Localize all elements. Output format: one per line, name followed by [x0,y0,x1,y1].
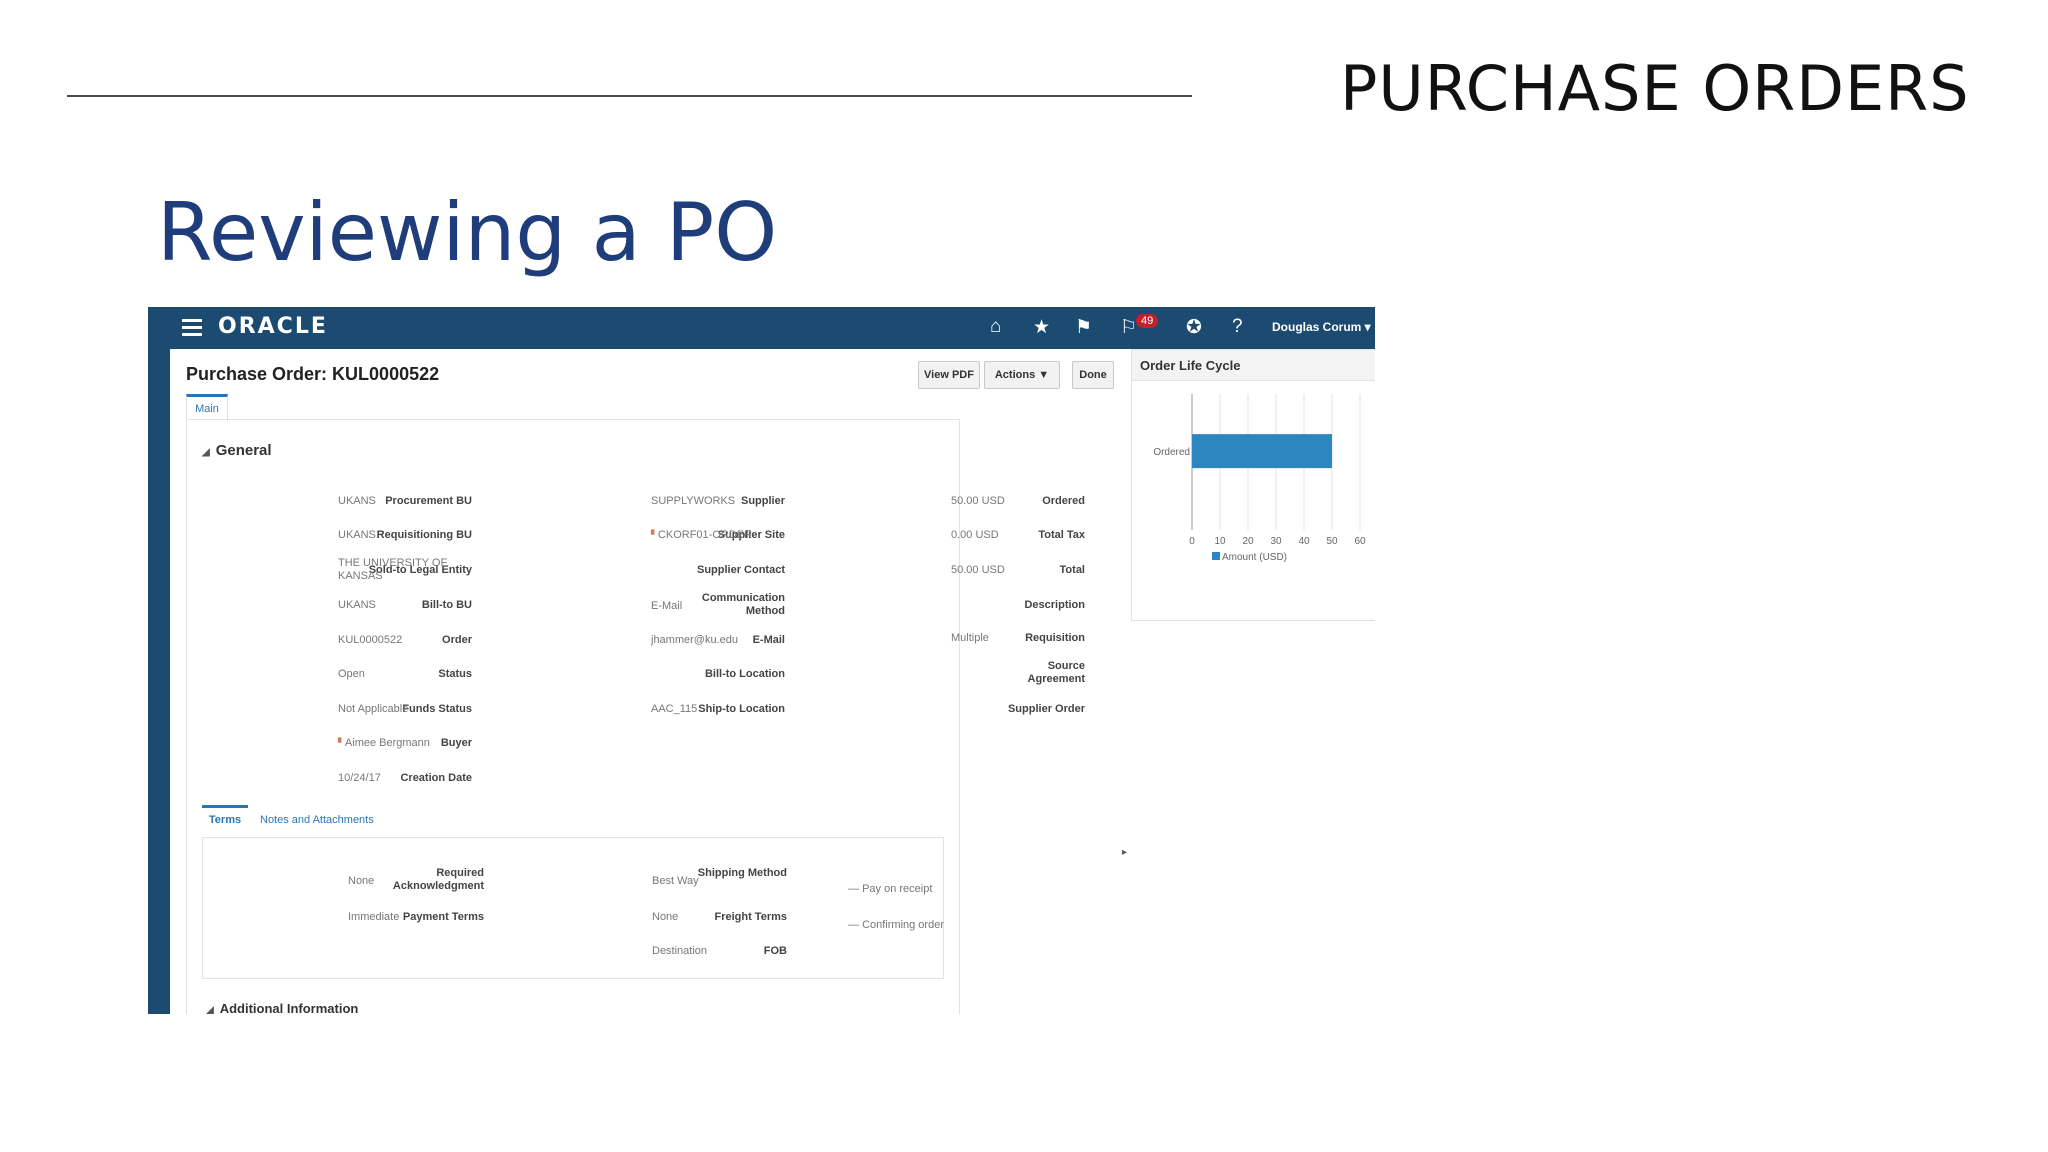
tab-notes-attachments[interactable]: Notes and Attachments [260,814,374,826]
actions-label: Actions [994,369,1036,381]
splitter-handle[interactable]: ▸ [1122,847,1127,858]
field-value: jhammer@ku.edu [651,634,738,646]
slide-header: PURCHASE ORDERS [1340,52,1970,125]
actions-button[interactable]: Actions ▼ [984,361,1060,389]
accessibility-icon[interactable]: ✪ [1186,316,1202,339]
field-value: UKANS [338,495,376,507]
done-button[interactable]: Done [1072,361,1114,389]
additional-info-header[interactable]: ◢ Additional Information [206,1001,358,1014]
field-value: Best Way [652,875,699,887]
top-bar: ORACLE ⌂ ★ ⚑ ⚐ 49 ✪ ? Douglas Corum ▾ [148,307,1375,349]
x-tick-label: 40 [1298,536,1310,547]
x-tick-label: 30 [1270,536,1282,547]
terms-panel [202,837,944,979]
field-label: Required Acknowledgment [392,867,484,892]
field-value: None [652,911,679,923]
help-icon[interactable]: ? [1232,316,1243,338]
collapse-icon: ◢ [206,1005,214,1014]
notifications-badge[interactable]: 49 [1136,314,1159,328]
field-value: 50.00 USD [951,564,1005,576]
oracle-logo[interactable]: ORACLE [218,314,328,339]
star-icon[interactable]: ★ [1033,316,1050,339]
page-title: Purchase Order: KUL0000522 [186,364,440,384]
x-tick-label: 0 [1189,536,1195,547]
legend-swatch [1212,552,1220,560]
field-value: 10/24/17 [338,772,381,784]
field-label: Freight Terms [714,911,787,923]
field-label: Requisition [1025,632,1085,644]
slide-rule [67,95,1192,97]
field-value: AAC_115 [651,703,698,715]
x-tick-label: 20 [1242,536,1254,547]
field-label: Total Tax [1038,529,1085,541]
life-cycle-title: Order Life Cycle [1140,358,1241,373]
field-value: E-Mail [651,600,683,612]
tab-main[interactable]: Main [186,394,228,421]
field-value: Not Applicable [338,703,409,715]
x-tick-label: 60 [1354,536,1366,547]
field-value[interactable]: Multiple [951,632,989,645]
slide-title: Reviewing a PO [157,186,778,279]
field-value: SUPPLYWORKS [651,495,736,507]
flag-icon: ▘ [651,530,658,540]
flag-icon[interactable]: ⚑ [1075,316,1092,339]
life-cycle-chart: 0 10 20 30 40 50 60 Ordered Amount (USD) [1153,394,1366,563]
term-item-label: Pay on receipt [862,883,933,895]
order-life-cycle-panel: Order Life Cycle 0 10 20 30 40 50 60 Ordered Amo… [1131,349,1375,621]
view-pdf-button[interactable]: View PDF [918,361,980,389]
field-value: KUL0000522 [338,634,403,646]
field-value: THE UNIVERSITY OF KANSAS [338,557,448,582]
term-item: — Pay on receipt [848,883,933,895]
field-label: Communication Method [701,592,785,617]
life-cycle-header: Order Life Cycle [1132,350,1375,381]
additional-heading: Additional Information [219,1001,359,1014]
notifications-icon[interactable]: ⚐ [1120,316,1137,339]
home-icon[interactable]: ⌂ [990,316,1001,338]
collapse-icon: ◢ [202,447,210,458]
category-label: Ordered [1153,447,1190,458]
field-value: Open [338,668,365,680]
term-item-label: Confirming order [862,919,944,931]
supplier-site-link[interactable]: CKORF01-ORDER [658,529,752,541]
buyer-link[interactable]: Aimee Bergmann [345,737,430,749]
x-tick-label: 10 [1214,536,1226,547]
field-value[interactable]: ▘Aimee Bergmann [338,737,430,750]
left-strip [148,349,170,1014]
field-value: None [348,875,375,887]
field-label: Bill-to Location [704,668,785,680]
field-label: Description [1024,599,1085,611]
user-menu[interactable]: Douglas Corum ▾ [1272,320,1371,334]
field-value: Destination [652,945,708,957]
field-label: Shipping Method [697,867,787,879]
field-value: 50.00 USD [951,495,1005,507]
field-value[interactable]: ▘CKORF01-ORDER [651,529,752,542]
term-item: — Confirming order [848,919,944,931]
user-name: Douglas Corum [1272,320,1362,334]
field-label: Supplier Order [1007,703,1085,715]
general-heading: General [215,442,272,459]
field-value: 0.00 USD [951,529,999,541]
field-value: UKANS [338,599,376,611]
field-value: Immediate [348,911,400,923]
flag-icon: ▘ [338,738,345,748]
field-label: FOB [763,945,787,957]
oracle-screenshot: ORACLE ⌂ ★ ⚑ ⚐ 49 ✪ ? Douglas Corum ▾ Pu… [148,307,1375,1014]
field-value: UKANS [338,529,376,541]
general-section-header[interactable]: ◢ General [202,442,272,459]
field-label: Supplier Contact [696,564,785,576]
x-tick-label: 50 [1326,536,1338,547]
tab-terms[interactable]: Terms [202,805,248,826]
menu-icon[interactable] [182,315,202,339]
bar [1192,434,1332,469]
field-label: Source Agreement [1027,660,1085,685]
legend-label: Amount (USD) [1222,552,1287,563]
